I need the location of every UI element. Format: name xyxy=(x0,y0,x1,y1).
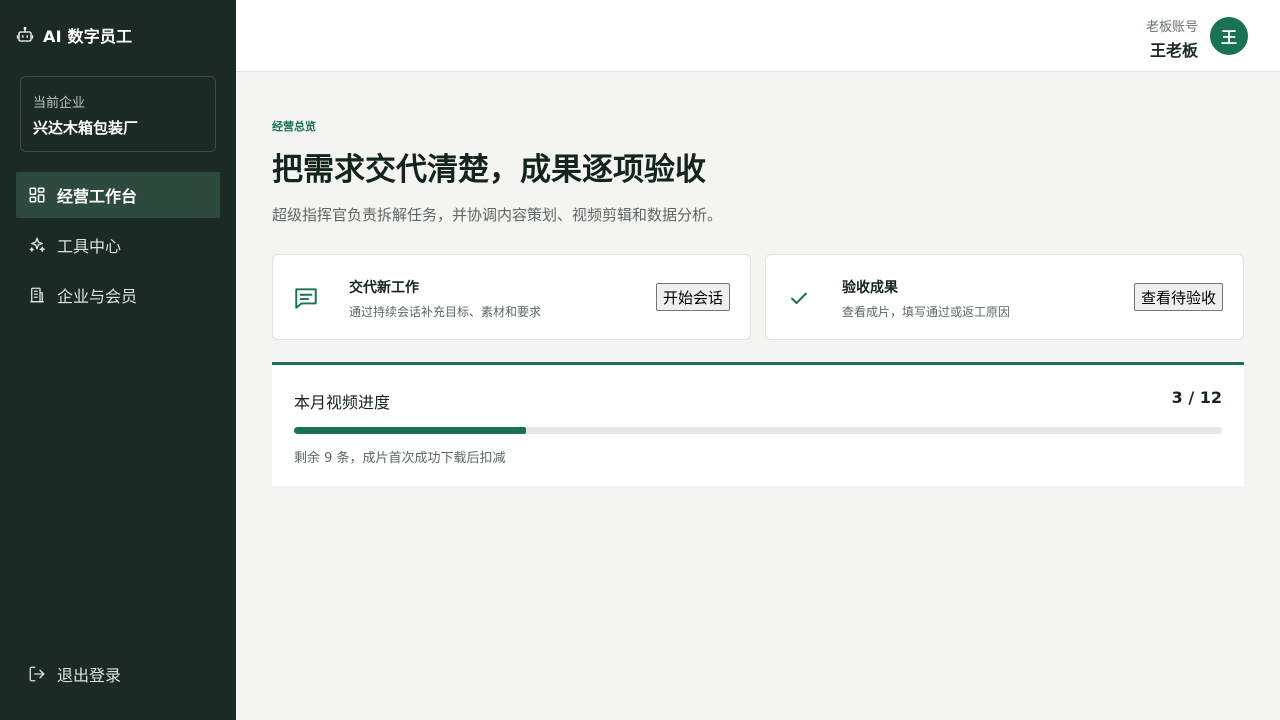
building-icon xyxy=(28,286,46,304)
sidebar: AI 数字员工 当前企业 兴达木箱包装厂 经营工作台 工具中心 企业与会员 退出… xyxy=(0,0,236,720)
avatar[interactable]: 王 xyxy=(1210,17,1248,55)
page-subtitle: 超级指挥官负责拆解任务，并协调内容策划、视频剪辑和数据分析。 xyxy=(272,206,723,224)
monthly-video-progress: 本月视频进度 3 / 12 剩余 9 条，成片首次成功下载后扣减 xyxy=(272,362,1244,486)
sidebar-item-tools[interactable]: 工具中心 xyxy=(16,222,220,268)
review-results-card: 验收成果 查看成片，填写通过或返工原因 查看待验收 xyxy=(765,254,1244,340)
account-label: 老板账号 xyxy=(1145,20,1198,35)
page-title: 把需求交代清楚，成果逐项验收 xyxy=(272,152,706,188)
account-name: 王老板 xyxy=(1149,41,1198,60)
sidebar-item-label: 工具中心 xyxy=(57,237,122,256)
sidebar-item-label: 企业与会员 xyxy=(57,287,138,306)
card-description: 通过持续会话补充目标、素材和要求 xyxy=(349,305,542,319)
sidebar-item-label: 经营工作台 xyxy=(57,187,138,206)
logout-label: 退出登录 xyxy=(57,666,122,685)
progress-bar xyxy=(294,427,1222,434)
company-label: 当前企业 xyxy=(33,96,86,111)
check-icon xyxy=(786,285,812,311)
account-info: 老板账号 王老板 xyxy=(1146,16,1198,61)
brand-title: AI 数字员工 xyxy=(43,27,133,46)
progress-note: 剩余 9 条，成片首次成功下载后扣减 xyxy=(294,451,506,466)
sidebar-item-workbench[interactable]: 经营工作台 xyxy=(16,172,220,218)
new-task-card: 交代新工作 通过持续会话补充目标、素材和要求 开始会话 xyxy=(272,254,751,340)
card-description: 查看成片，填写通过或返工原因 xyxy=(842,305,1011,319)
sidebar-item-company-membership[interactable]: 企业与会员 xyxy=(16,272,220,318)
sidebar-nav: 经营工作台 工具中心 企业与会员 xyxy=(16,172,220,322)
current-company: 当前企业 兴达木箱包装厂 xyxy=(20,76,216,152)
card-title: 交代新工作 xyxy=(349,280,419,296)
dashboard-icon xyxy=(28,186,46,204)
logout-icon xyxy=(28,665,46,683)
top-bar: 老板账号 王老板 王 xyxy=(236,0,1280,72)
brand: AI 数字员工 xyxy=(16,24,132,46)
start-conversation-button[interactable]: 开始会话 xyxy=(655,283,730,311)
robot-icon xyxy=(16,26,34,44)
logout-button[interactable]: 退出登录 xyxy=(28,662,121,686)
progress-bar-fill xyxy=(294,427,526,434)
progress-count: 3 / 12 xyxy=(1171,388,1222,407)
progress-title: 本月视频进度 xyxy=(294,393,391,412)
sparkle-icon xyxy=(28,236,46,254)
view-pending-review-button[interactable]: 查看待验收 xyxy=(1133,283,1223,311)
section-eyebrow: 经营总览 xyxy=(272,120,316,133)
card-title: 验收成果 xyxy=(842,280,898,296)
company-name: 兴达木箱包装厂 xyxy=(33,119,139,137)
chat-icon xyxy=(293,285,319,311)
